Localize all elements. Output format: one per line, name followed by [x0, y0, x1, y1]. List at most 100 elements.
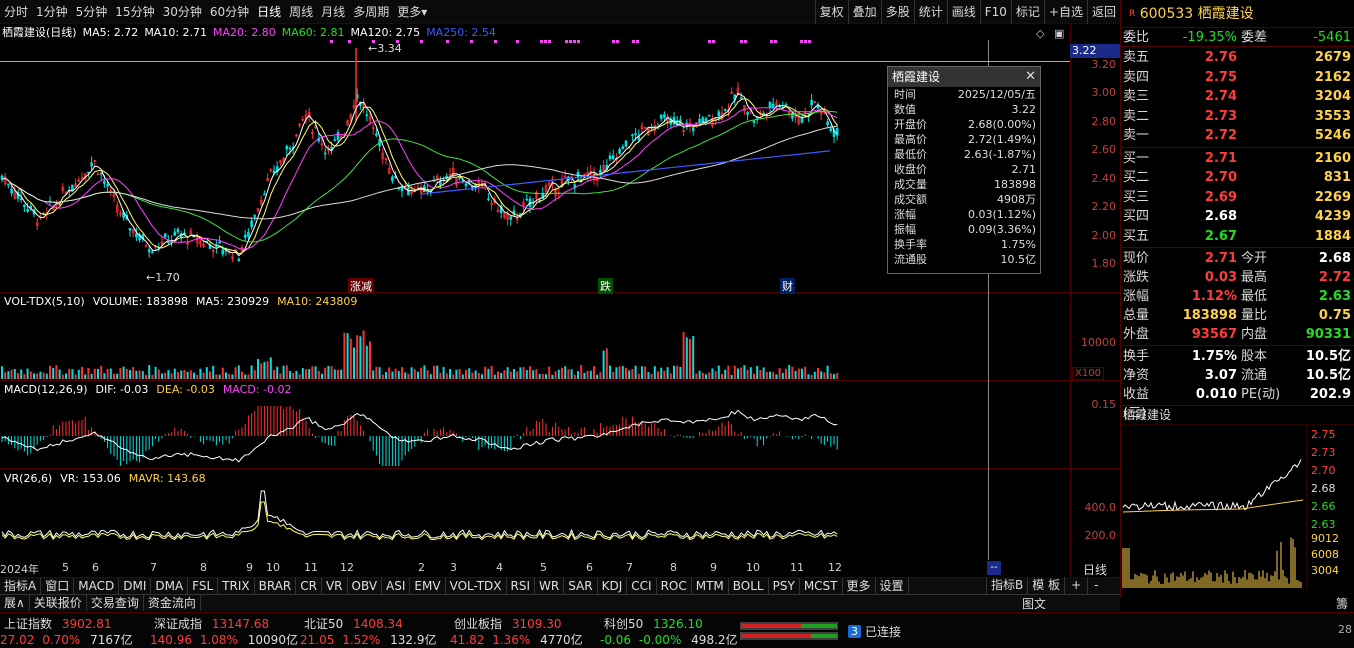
event-marker[interactable]: 涨减 [348, 278, 374, 294]
period-multi[interactable]: 多周期 [349, 0, 393, 24]
sell-level[interactable]: 卖一 2.72 5246 [1121, 126, 1354, 146]
fuquan-button[interactable]: 复权 [814, 0, 848, 24]
sell-level[interactable]: 卖五 2.76 2679 [1121, 48, 1354, 68]
indicator-tab[interactable]: EMV [410, 578, 446, 594]
indicator-tab[interactable]: VR [322, 578, 348, 594]
indicator-tab[interactable]: RSI [507, 578, 536, 594]
tooltip-value: 2.72(1.49%) [967, 133, 1036, 146]
indicator-tab[interactable]: DMI [119, 578, 152, 594]
stats-button[interactable]: 统计 [913, 0, 947, 24]
period-15min[interactable]: 15分钟 [111, 0, 158, 24]
indicator-tab[interactable]: TRIX [218, 578, 255, 594]
volume-bar [311, 366, 314, 379]
indicator-tab[interactable]: BOLL [729, 578, 769, 594]
event-marker[interactable]: 财 [780, 278, 795, 294]
volume-bar [170, 373, 173, 379]
index-quote[interactable]: 上证指数 3902.81 [4, 615, 111, 632]
indicator-tab[interactable]: PSY [769, 578, 800, 594]
related-tab[interactable]: 展∧ [0, 595, 30, 611]
indicator-tab[interactable]: DMA [151, 578, 189, 594]
quote-label: 现价 [1123, 251, 1150, 266]
indicator-tab[interactable]: 指标A [0, 578, 42, 594]
tooltip-header: 栖霞建设 ✕ [888, 67, 1040, 87]
indicator-tab[interactable]: SAR [564, 578, 598, 594]
indicator-tab[interactable]: VOL-TDX [446, 578, 507, 594]
back-button[interactable]: 返回 [1086, 0, 1120, 24]
signal-dot [540, 40, 543, 43]
indicator-tab[interactable]: 设置 [876, 578, 909, 594]
period-1min[interactable]: 1分钟 [32, 0, 72, 24]
indicator-tab[interactable]: BRAR [255, 578, 297, 594]
quote-label: 今开 [1241, 251, 1268, 266]
volume-header: VOL-TDX(5,10) VOLUME: 183898 MA5: 230929… [0, 295, 357, 309]
chart-text-tab[interactable]: 图文 [1022, 595, 1046, 612]
indicator-tab[interactable]: ASI [382, 578, 411, 594]
period-weekly[interactable]: 周线 [285, 0, 317, 24]
close-icon[interactable]: ✕ [1025, 67, 1036, 87]
volume-bar [13, 369, 16, 379]
volume-bar [685, 337, 688, 379]
indicator-tab[interactable]: CCI [627, 578, 657, 594]
volume-bar [829, 373, 832, 379]
period-30min[interactable]: 30分钟 [159, 0, 206, 24]
f10-button[interactable]: F10 [979, 0, 1011, 24]
remove-window-button[interactable]: - [1087, 577, 1104, 594]
indicator-tab[interactable]: FSL [188, 578, 219, 594]
connection-status[interactable]: 3 已连接 [848, 623, 901, 640]
period-monthly[interactable]: 月线 [317, 0, 349, 24]
indicator-tab[interactable]: WR [535, 578, 565, 594]
period-5min[interactable]: 5分钟 [72, 0, 112, 24]
period-daily[interactable]: 日线 [253, 0, 285, 24]
indicator-tab[interactable]: OBV [348, 578, 383, 594]
index-name: 深证成指 [154, 617, 203, 631]
signal-dot [516, 40, 519, 43]
related-tab[interactable]: 交易查询 [87, 595, 144, 611]
price-axis-label: 1.80 [1091, 257, 1117, 270]
index-quote[interactable]: 科创50 1326.10 [604, 615, 703, 632]
index-quote[interactable]: 创业板指 3109.30 [454, 615, 561, 632]
volume-bar [180, 370, 183, 379]
indicator-tab[interactable]: 窗口 [41, 578, 75, 594]
indicator-tab[interactable]: MTM [692, 578, 729, 594]
quote-label: 流通 [1241, 368, 1268, 383]
template-tab[interactable]: 模 板 [1027, 577, 1064, 594]
indicator-tab[interactable]: MACD [74, 578, 120, 594]
add-window-button[interactable]: + [1064, 577, 1087, 594]
indicator-tab[interactable]: MCST [800, 578, 843, 594]
event-marker[interactable]: 跌 [598, 278, 613, 294]
draw-line-button[interactable]: 画线 [946, 0, 980, 24]
volume-bar [410, 367, 413, 379]
buy-level[interactable]: 买五 2.67 1884 [1121, 227, 1354, 247]
volume-bar [20, 369, 23, 379]
sell-level[interactable]: 卖二 2.73 3553 [1121, 107, 1354, 127]
related-tab[interactable]: 关联报价 [30, 595, 87, 611]
multi-stock-button[interactable]: 多股 [880, 0, 914, 24]
volume-bar [161, 373, 163, 379]
index-quote[interactable]: 深证成指 13147.68 [154, 615, 269, 632]
add-watchlist-button[interactable]: +自选 [1043, 0, 1087, 24]
period-more[interactable]: 更多▾ [393, 0, 431, 24]
sell-level[interactable]: 卖三 2.74 3204 [1121, 87, 1354, 107]
mark-button[interactable]: 标记 [1010, 0, 1044, 24]
indicator-tab[interactable]: CR [296, 578, 322, 594]
sell-level[interactable]: 卖四 2.75 2162 [1121, 68, 1354, 88]
volume-bar [785, 368, 787, 379]
period-60min[interactable]: 60分钟 [206, 0, 253, 24]
related-tab[interactable]: 资金流向 [144, 595, 201, 611]
buy-level[interactable]: 买二 2.70 831 [1121, 168, 1354, 188]
tooltip-key: 成交额 [894, 193, 927, 206]
buy-level[interactable]: 买一 2.71 2160 [1121, 149, 1354, 169]
indicator-tab[interactable]: 更多 [843, 578, 876, 594]
index-quote[interactable]: 北证50 1408.34 [304, 615, 403, 632]
indicator-tab[interactable]: ROC [657, 578, 692, 594]
stock-title: R 600533 栖霞建设 [1121, 0, 1354, 28]
period-fenshi[interactable]: 分时 [0, 0, 32, 24]
intraday-mini-chart[interactable]: 2.75 2.73 2.70 2.68 2.66 2.639012 6008 3004 [1121, 423, 1354, 590]
buy-level[interactable]: 买三 2.69 2269 [1121, 188, 1354, 208]
indicator-b-tab[interactable]: 指标B [986, 577, 1027, 594]
signal-dot [800, 40, 803, 43]
volume-bar [637, 373, 640, 379]
overlay-button[interactable]: 叠加 [847, 0, 881, 24]
buy-level[interactable]: 买四 2.68 4239 [1121, 207, 1354, 227]
indicator-tab[interactable]: KDJ [598, 578, 628, 594]
